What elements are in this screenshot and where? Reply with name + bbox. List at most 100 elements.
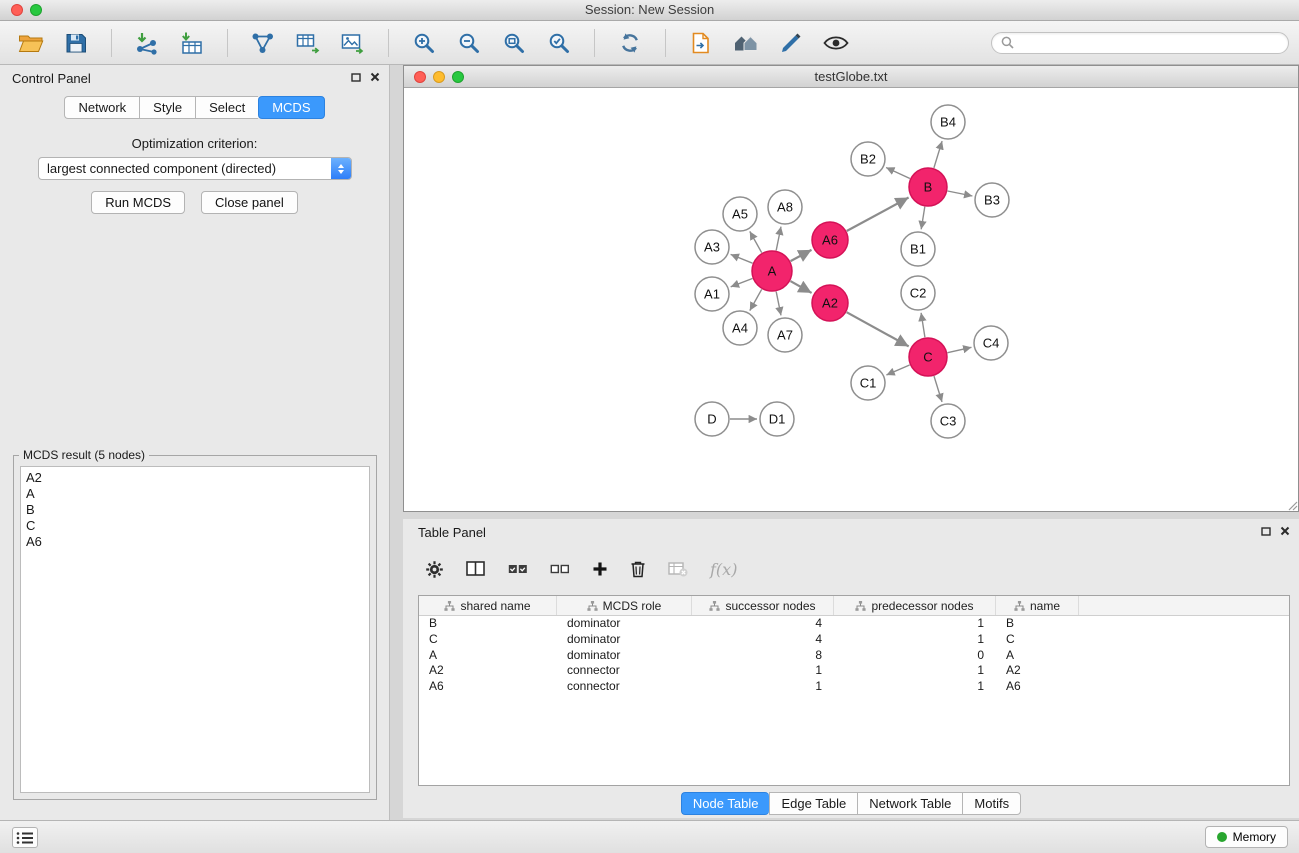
column-header-successor-nodes[interactable]: successor nodes <box>692 596 834 615</box>
tab-mcds[interactable]: MCDS <box>258 96 324 119</box>
table-row[interactable]: A6connector11A6 <box>419 679 1289 695</box>
edge-A-A8[interactable] <box>776 227 781 251</box>
column-header-MCDS-role[interactable]: MCDS role <box>557 596 692 615</box>
table-row[interactable]: Bdominator41B <box>419 616 1289 632</box>
column-header-label: shared name <box>460 599 530 613</box>
tab-motifs[interactable]: Motifs <box>962 792 1021 815</box>
tab-node-table[interactable]: Node Table <box>681 792 770 815</box>
network-minimize-button[interactable] <box>433 71 445 83</box>
export-image-button[interactable] <box>334 25 372 61</box>
graph-node-label: A8 <box>777 200 793 215</box>
table-row[interactable]: Adominator80A <box>419 648 1289 664</box>
task-history-button[interactable] <box>12 827 38 848</box>
show-columns-button[interactable] <box>466 561 486 577</box>
zoom-window-button[interactable] <box>30 4 42 16</box>
zoom-selected-button[interactable] <box>540 25 578 61</box>
graph-node-label: A6 <box>822 233 838 248</box>
delete-column-button[interactable] <box>630 560 646 578</box>
edge-C-C1[interactable] <box>886 365 909 375</box>
optimization-criterion-label: Optimization criterion: <box>0 136 389 151</box>
memory-button[interactable]: Memory <box>1205 826 1288 848</box>
mcds-result-item[interactable]: A6 <box>26 534 364 550</box>
home-icon <box>733 32 759 54</box>
table-settings-button[interactable] <box>425 560 444 579</box>
zoom-out-button[interactable] <box>450 25 488 61</box>
edge-B-B3[interactable] <box>948 191 973 196</box>
network-close-button[interactable] <box>414 71 426 83</box>
export-table-button[interactable] <box>289 25 327 61</box>
edge-C-C4[interactable] <box>948 347 972 352</box>
mcds-result-title: MCDS result (5 nodes) <box>19 448 149 462</box>
edge-A2-C[interactable] <box>847 312 909 346</box>
tab-select[interactable]: Select <box>195 96 258 119</box>
mcds-result-item[interactable]: B <box>26 502 364 518</box>
table-cell: 1 <box>834 663 996 679</box>
network-canvas[interactable]: B4B2BB3A5A8A6B1A3AC2A1A2A4A7CC4C1C3DD1 <box>404 88 1298 511</box>
edge-A-A3[interactable] <box>731 254 753 263</box>
table-row[interactable]: A2connector11A2 <box>419 663 1289 679</box>
import-table-button[interactable] <box>173 25 211 61</box>
new-network-button[interactable] <box>244 25 282 61</box>
close-panel-icon[interactable] <box>370 72 380 82</box>
edge-B-B2[interactable] <box>886 168 910 179</box>
edge-A-A7[interactable] <box>776 292 781 316</box>
zoom-fit-button[interactable] <box>495 25 533 61</box>
style-brush-button[interactable] <box>772 25 810 61</box>
close-window-button[interactable] <box>11 4 23 16</box>
select-all-button[interactable] <box>508 562 528 576</box>
graph-node-label: A1 <box>704 287 720 302</box>
zoom-selected-icon <box>547 31 571 55</box>
list-icon <box>16 831 34 845</box>
mcds-result-item[interactable]: A <box>26 486 364 502</box>
edge-B-B1[interactable] <box>921 207 925 230</box>
tab-network[interactable]: Network <box>64 96 139 119</box>
edge-A-A4[interactable] <box>750 289 762 310</box>
show-hide-button[interactable] <box>817 25 855 61</box>
tab-network-table[interactable]: Network Table <box>857 792 962 815</box>
open-session-button[interactable] <box>12 25 50 61</box>
home-button[interactable] <box>727 25 765 61</box>
mcds-result-item[interactable]: A2 <box>26 470 364 486</box>
column-header-shared-name[interactable]: shared name <box>419 596 557 615</box>
zoom-in-button[interactable] <box>405 25 443 61</box>
edge-A-A1[interactable] <box>731 279 753 287</box>
add-column-button[interactable] <box>592 561 608 577</box>
resize-grip-icon[interactable] <box>1285 498 1298 511</box>
close-panel-button[interactable]: Close panel <box>201 191 298 214</box>
network-from-file-button[interactable] <box>682 25 720 61</box>
network-zoom-button[interactable] <box>452 71 464 83</box>
graph-node-label: B3 <box>984 193 1000 208</box>
float-panel-icon[interactable] <box>351 73 361 82</box>
graph-node-label: C <box>923 350 932 365</box>
save-session-button[interactable] <box>57 25 95 61</box>
edge-A-A5[interactable] <box>750 231 762 252</box>
window-title: Session: New Session <box>585 2 714 17</box>
edge-C-C3[interactable] <box>934 376 942 402</box>
refresh-view-button[interactable] <box>611 25 649 61</box>
optimization-criterion-select[interactable]: largest connected component (directed) <box>38 157 352 180</box>
column-header-predecessor-nodes[interactable]: predecessor nodes <box>834 596 996 615</box>
search-input[interactable] <box>1019 36 1279 50</box>
edge-C-C2[interactable] <box>921 313 925 337</box>
import-network-button[interactable] <box>128 25 166 61</box>
deselect-all-button[interactable] <box>550 562 570 576</box>
columns-icon <box>466 561 486 577</box>
select-stepper-icon <box>331 158 351 179</box>
close-panel-icon[interactable] <box>1280 526 1290 536</box>
table-cell: 1 <box>834 632 996 648</box>
float-panel-icon[interactable] <box>1261 527 1271 536</box>
search-box <box>991 32 1289 54</box>
tab-style[interactable]: Style <box>139 96 195 119</box>
table-cell: 4 <box>692 616 834 632</box>
tab-edge-table[interactable]: Edge Table <box>769 792 857 815</box>
column-header-name[interactable]: name <box>996 596 1079 615</box>
table-header-row: shared name MCDS rolesuccessor nodesprede… <box>419 596 1289 616</box>
table-row[interactable]: Cdominator41C <box>419 632 1289 648</box>
table-body: Bdominator41BCdominator41CAdominator80AA… <box>419 616 1289 695</box>
run-mcds-button[interactable]: Run MCDS <box>91 191 185 214</box>
edge-A-A2[interactable] <box>790 281 811 293</box>
edge-A6-B[interactable] <box>847 198 909 232</box>
edge-B-B4[interactable] <box>934 141 942 168</box>
edge-A-A6[interactable] <box>791 250 812 261</box>
mcds-result-item[interactable]: C <box>26 518 364 534</box>
